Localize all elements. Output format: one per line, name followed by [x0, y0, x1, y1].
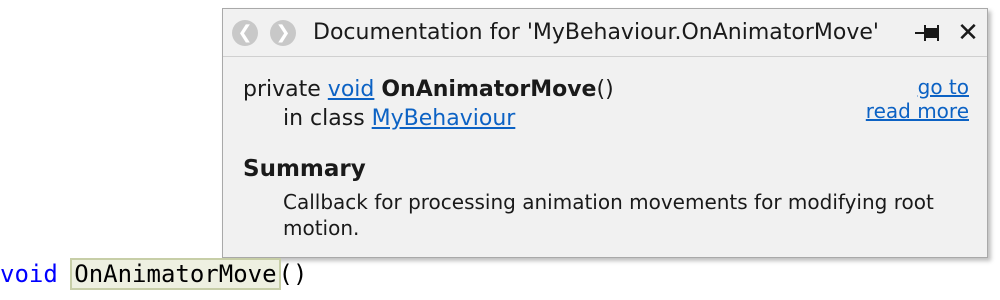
member-signature: private void OnAnimatorMove()	[243, 75, 614, 105]
code-parens: ()	[278, 260, 308, 288]
signature-parens: ()	[596, 77, 614, 102]
read-more-link[interactable]: read more	[866, 99, 969, 123]
arrow-right-icon[interactable]: ❯	[270, 20, 296, 46]
return-type-link[interactable]: void	[328, 77, 375, 102]
documentation-popup: ❮ ❯ Documentation for 'MyBehaviour.OnAni…	[222, 8, 988, 258]
class-prefix: in class	[283, 106, 365, 131]
arrow-left-icon[interactable]: ❮	[232, 20, 258, 46]
member-name: OnAnimatorMove	[381, 77, 597, 102]
summary-text: Callback for processing animation moveme…	[283, 190, 934, 240]
popup-header: ❮ ❯ Documentation for 'MyBehaviour.OnAni…	[223, 9, 987, 57]
editor-stage: ❮ ❯ Documentation for 'MyBehaviour.OnAni…	[0, 0, 1000, 300]
popup-title: Documentation for 'MyBehaviour.OnAnimato…	[313, 20, 879, 45]
code-method-name[interactable]: OnAnimatorMove	[70, 258, 281, 290]
popup-links: go to read more	[866, 75, 969, 123]
summary-heading: Summary	[243, 156, 366, 182]
class-line: in class MyBehaviour	[283, 104, 515, 134]
go-to-link[interactable]: go to	[866, 75, 969, 99]
code-line: void OnAnimatorMove()	[0, 258, 307, 290]
modifier-text: private	[243, 77, 321, 102]
pin-icon[interactable]	[913, 19, 943, 47]
close-icon[interactable]: ✕	[956, 18, 980, 48]
class-link[interactable]: MyBehaviour	[372, 106, 516, 131]
code-keyword: void	[0, 260, 58, 288]
